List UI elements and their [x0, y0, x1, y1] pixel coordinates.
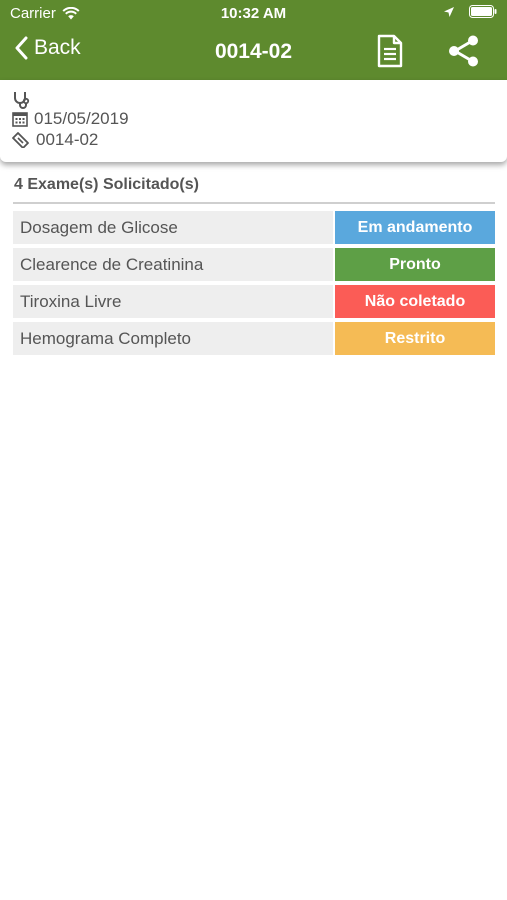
- date-text: 015/05/2019: [34, 109, 129, 128]
- exam-list: Dosagem de Glicose Em andamento Clearenc…: [13, 211, 495, 359]
- status-badge: Não coletado: [335, 285, 495, 318]
- back-button[interactable]: Back: [14, 36, 81, 60]
- location-arrow-icon: [444, 6, 454, 17]
- status-badge: Pronto: [335, 248, 495, 281]
- share-button[interactable]: [447, 34, 481, 73]
- exam-row[interactable]: Hemograma Completo Restrito: [13, 322, 495, 355]
- exam-name: Tiroxina Livre: [13, 285, 333, 318]
- status-bar: Carrier 10:32 AM: [0, 0, 507, 28]
- code-row: 0014-02: [12, 130, 98, 150]
- exam-name: Dosagem de Glicose: [13, 211, 333, 244]
- document-icon: [377, 34, 403, 68]
- share-icon: [449, 35, 478, 67]
- document-button[interactable]: [376, 34, 404, 73]
- exam-row[interactable]: Clearence de Creatinina Pronto: [13, 248, 495, 281]
- section-divider: [13, 202, 495, 204]
- chevron-left-icon: [15, 36, 28, 60]
- doctor-row: [12, 90, 32, 110]
- back-label: Back: [34, 36, 81, 59]
- exam-row[interactable]: Dosagem de Glicose Em andamento: [13, 211, 495, 244]
- battery-icon: [469, 5, 497, 18]
- exam-name: Clearence de Creatinina: [13, 248, 333, 281]
- exam-row[interactable]: Tiroxina Livre Não coletado: [13, 285, 495, 318]
- code-text: 0014-02: [36, 130, 99, 149]
- date-row: 015/05/2019: [12, 109, 129, 129]
- clock: 10:32 AM: [220, 5, 287, 22]
- calendar-icon: [12, 112, 28, 127]
- nav-bar: Back 0014-02: [0, 30, 507, 76]
- info-card: 015/05/2019 0014-02: [0, 80, 507, 162]
- status-badge: Restrito: [335, 322, 495, 355]
- exams-section-title: 4 Exame(s) Solicitado(s): [14, 176, 199, 193]
- status-badge: Em andamento: [335, 211, 495, 244]
- ticket-icon: [12, 132, 29, 148]
- stethoscope-icon: [14, 92, 30, 109]
- exam-name: Hemograma Completo: [13, 322, 333, 355]
- app-header: Carrier 10:32 AM Back 0014-02: [0, 0, 507, 80]
- status-right: [443, 5, 497, 18]
